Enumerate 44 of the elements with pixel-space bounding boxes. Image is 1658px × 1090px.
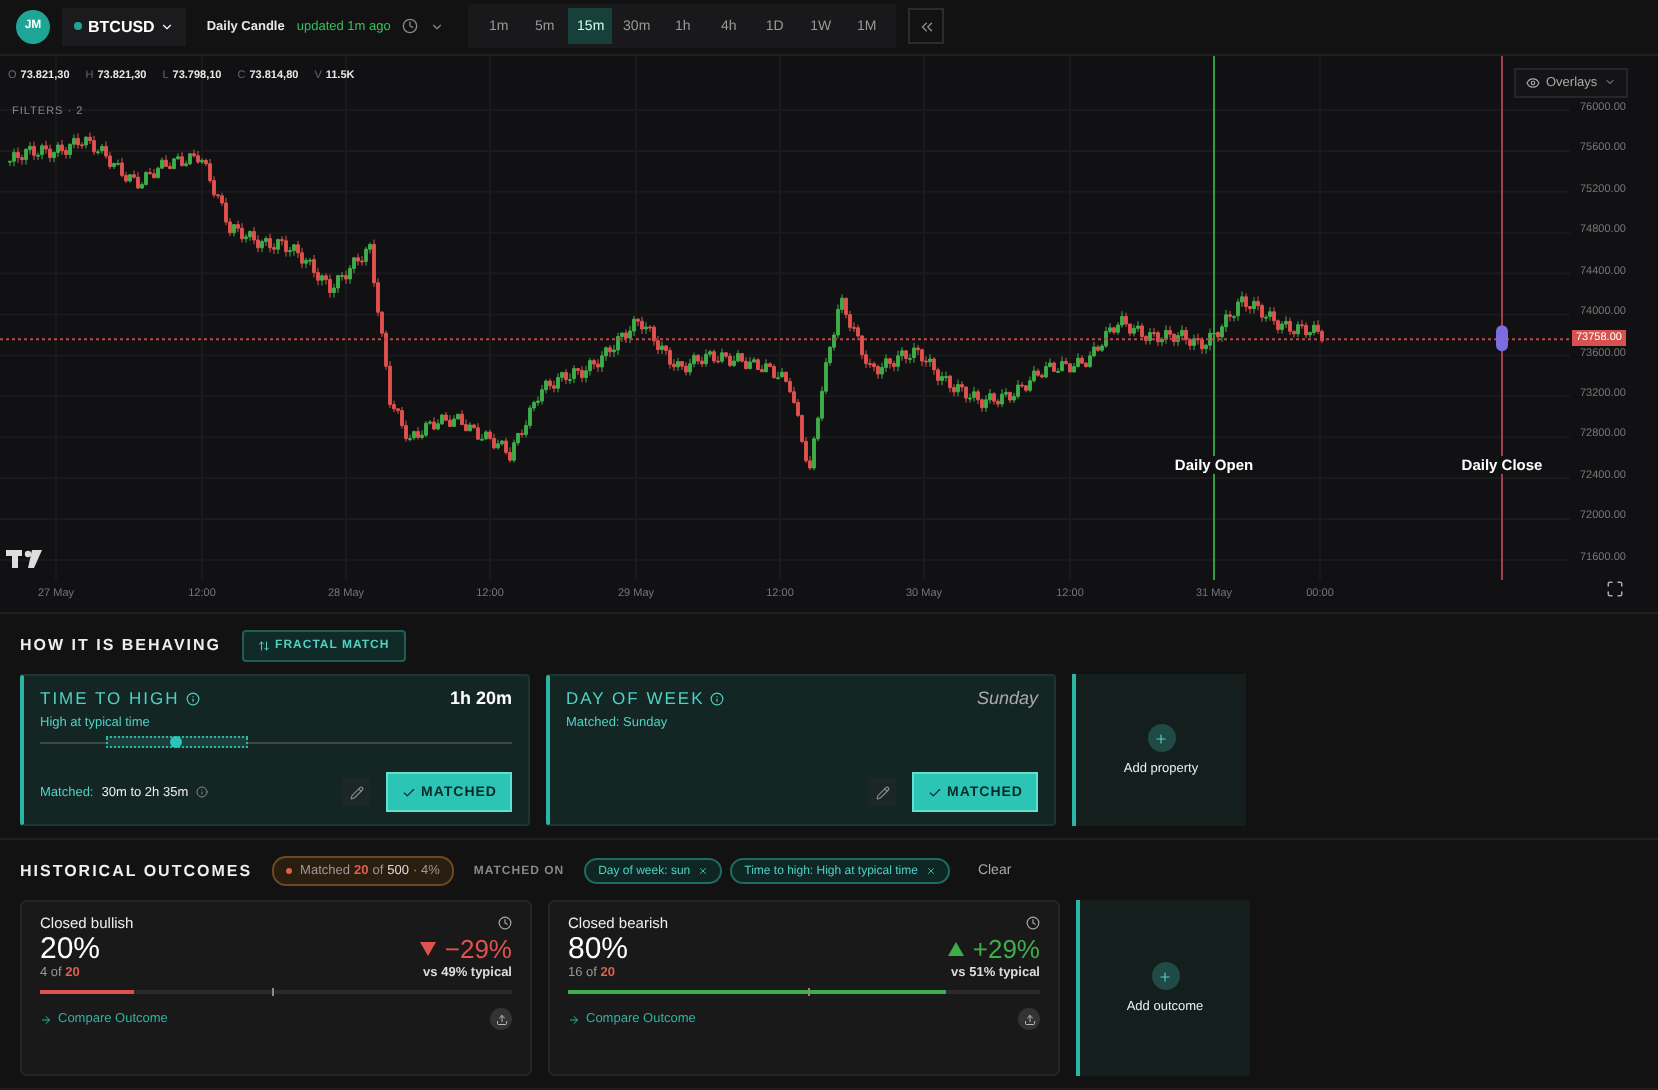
eye-icon [1526,75,1540,90]
pencil-icon [875,785,889,799]
property-value: 1h 20m [449,688,512,708]
section-title: HISTORICAL OUTCOMES [20,862,253,880]
down-triangle-icon [420,942,437,956]
fullscreen-icon [1606,579,1624,598]
property-value: Sunday [976,688,1038,708]
section-title: HOW IT IS BEHAVING [20,636,222,654]
drag-handle[interactable] [1496,324,1508,351]
info-icon [196,786,209,798]
check-icon [927,785,941,799]
share-button[interactable] [1018,1008,1040,1030]
share-icon [495,1013,507,1025]
outcome-delta: +29% [948,934,1040,964]
property-title: DAY OF WEEK [566,688,705,708]
outcome-percent: 80% [568,932,629,966]
share-button[interactable] [490,1008,512,1030]
share-icon [1023,1013,1035,1025]
clock-icon [402,18,419,35]
caret-icon [1603,76,1616,89]
outcome-percent: 20% [40,932,101,966]
double-chevron-icon [917,17,936,36]
pencil-icon [349,785,363,799]
clock-icon [498,916,512,930]
arrow-right-icon [40,1013,52,1025]
collapse-button[interactable] [908,8,945,45]
edit-button[interactable] [868,778,896,806]
outcome-delta: −29% [420,934,512,964]
edit-button[interactable] [342,778,370,806]
arrow-right-icon [568,1013,580,1025]
caret-icon[interactable] [430,19,445,34]
up-down-arrows-icon [257,639,270,651]
plus-icon [1147,724,1175,752]
property-title: TIME TO HIGH [40,688,180,708]
plus-icon [1151,962,1179,990]
info-icon [185,691,200,705]
up-triangle-icon [948,942,965,956]
check-icon [401,785,415,799]
symbol-selector[interactable]: BTCUSD [62,7,187,46]
logo-icon [6,549,42,568]
clock-icon [1026,916,1040,930]
info-icon [710,691,725,705]
range-band [106,736,248,748]
caret-icon [160,19,175,34]
